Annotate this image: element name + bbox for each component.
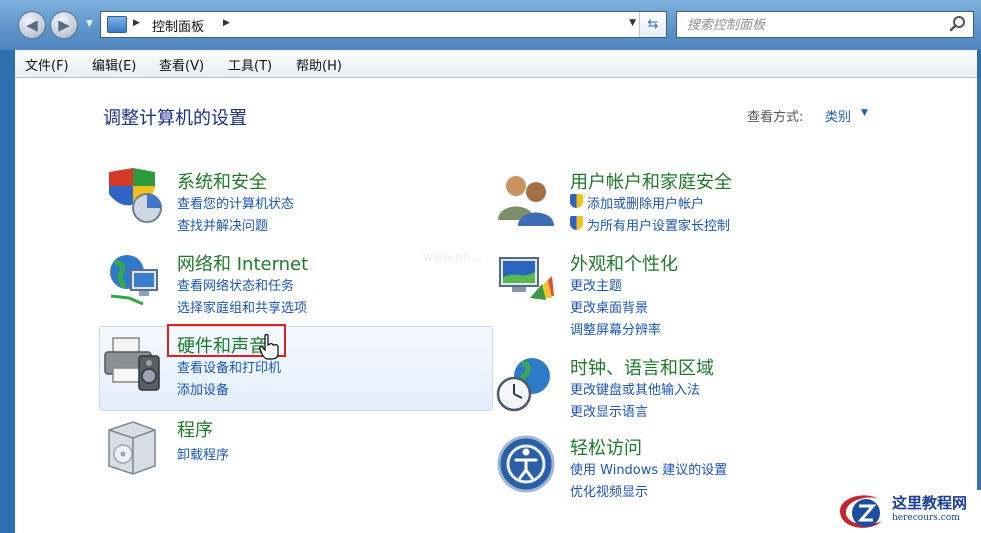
chevron-down-icon[interactable]: ▼ [861, 108, 868, 118]
breadcrumb-chevron-icon[interactable]: ▶ [133, 18, 140, 28]
watermark: www.ph... [423, 250, 482, 264]
link-check-status[interactable]: 查看您的计算机状态 [177, 193, 294, 212]
category-network[interactable]: 网络和 Internet 查看网络状态和任务 选择家庭组和共享选项 [103, 250, 423, 320]
search-icon[interactable] [949, 15, 967, 33]
programs-box-icon [108, 421, 156, 475]
address-bar[interactable]: ▶ 控制面板 ▶ ▼ ⇆ [100, 11, 667, 38]
control-panel-icon [107, 16, 127, 33]
users-icon [498, 176, 554, 226]
menu-view[interactable]: 查看(V) [159, 55, 204, 74]
link-homegroup[interactable]: 选择家庭组和共享选项 [177, 297, 307, 316]
link-desktop-background[interactable]: 更改桌面背景 [570, 297, 648, 316]
address-history-dropdown[interactable]: ▼ [629, 18, 636, 28]
menu-file[interactable]: 文件(F) [25, 55, 69, 74]
category-programs[interactable]: 程序 卸载程序 [103, 416, 423, 476]
category-title[interactable]: 时钟、语言和区域 [570, 354, 714, 380]
recent-pages-dropdown[interactable]: ▼ [86, 19, 93, 29]
network-globe-icon [110, 255, 158, 306]
link-parental-controls[interactable]: 为所有用户设置家长控制 [570, 215, 730, 234]
address-toolbar: ◀ ▶ ▼ ▶ 控制面板 ▶ ▼ ⇆ [0, 0, 981, 50]
view-by-label: 查看方式: [747, 110, 804, 125]
category-appearance[interactable]: 外观和个性化 更改主题 更改桌面背景 调整屏幕分辨率 [496, 250, 876, 338]
category-title[interactable]: 外观和个性化 [570, 250, 678, 276]
category-clock-region[interactable]: 时钟、语言和区域 更改键盘或其他输入法 更改显示语言 [496, 354, 876, 424]
forward-button[interactable]: ▶ [50, 11, 78, 39]
breadcrumb-control-panel[interactable]: 控制面板 [152, 16, 204, 35]
category-title[interactable]: 轻松访问 [570, 434, 642, 460]
category-title[interactable]: 用户帐户和家庭安全 [570, 168, 732, 194]
link-network-status[interactable]: 查看网络状态和任务 [177, 275, 294, 294]
window-border [977, 78, 981, 533]
back-button[interactable]: ◀ [18, 11, 46, 39]
link-change-input-method[interactable]: 更改键盘或其他输入法 [570, 379, 700, 398]
search-box[interactable] [676, 11, 974, 38]
refresh-icon[interactable]: ⇆ [639, 12, 666, 37]
category-system-security[interactable]: 系统和安全 查看您的计算机状态 查找并解决问题 [103, 168, 423, 238]
monitor-palette-icon [499, 257, 554, 300]
category-user-accounts[interactable]: 用户帐户和家庭安全 添加或删除用户帐户 为所有用户设置家长控制 [496, 168, 876, 238]
view-by-dropdown[interactable]: 类别 [825, 106, 851, 125]
link-troubleshoot[interactable]: 查找并解决问题 [177, 215, 268, 234]
ease-of-access-icon [497, 435, 555, 493]
link-screen-resolution[interactable]: 调整屏幕分辨率 [570, 319, 661, 338]
link-display-language[interactable]: 更改显示语言 [570, 401, 648, 420]
category-title[interactable]: 程序 [177, 416, 213, 442]
category-title[interactable]: 系统和安全 [177, 168, 267, 194]
category-ease-of-access[interactable]: 轻松访问 使用 Windows 建议的设置 优化视频显示 [496, 434, 876, 504]
logo-z-icon [840, 495, 882, 528]
menu-bar: 文件(F) 编辑(E) 查看(V) 工具(T) 帮助(H) [15, 50, 977, 78]
clock-globe-icon [496, 358, 550, 412]
link-uninstall-program[interactable]: 卸载程序 [177, 444, 229, 463]
site-logo: 这里教程网 herecours.com [830, 490, 981, 533]
link-add-remove-accounts[interactable]: 添加或删除用户帐户 [570, 193, 704, 212]
control-panel-content: 调整计算机的设置 查看方式: 类别 ▼ www.ph... 系统和安全 查看您的… [15, 78, 977, 533]
menu-edit[interactable]: 编辑(E) [92, 55, 136, 74]
hand-cursor-icon [259, 334, 279, 360]
logo-title: 这里教程网 [892, 494, 968, 512]
logo-url: herecours.com [892, 513, 960, 523]
category-title[interactable]: 网络和 Internet [177, 250, 308, 276]
printer-speaker-icon [104, 337, 160, 391]
menu-tools[interactable]: 工具(T) [228, 55, 272, 74]
link-add-device[interactable]: 添加设备 [177, 379, 229, 398]
link-optimize-visual-display[interactable]: 优化视频显示 [570, 481, 648, 500]
link-change-theme[interactable]: 更改主题 [570, 275, 622, 294]
category-hardware-sound[interactable]: 硬件和声音 查看设备和打印机 添加设备 [103, 332, 483, 402]
link-recommended-settings[interactable]: 使用 Windows 建议的设置 [570, 459, 727, 478]
page-title: 调整计算机的设置 [103, 108, 247, 129]
menu-help[interactable]: 帮助(H) [296, 55, 342, 74]
search-input[interactable] [685, 15, 939, 36]
shield-chart-icon [109, 168, 162, 223]
breadcrumb-chevron-icon[interactable]: ▶ [223, 18, 230, 28]
